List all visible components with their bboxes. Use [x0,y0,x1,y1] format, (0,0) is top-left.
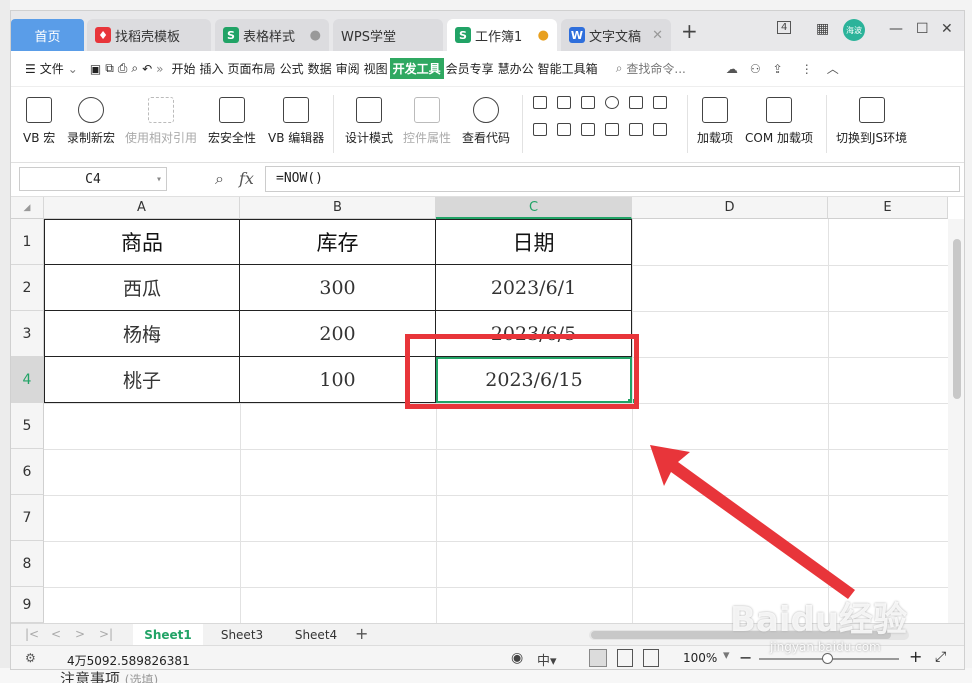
baidu-watermark: Baidu经验 [730,600,908,640]
annotation-arrow [650,445,855,599]
baidu-watermark-url: jingyan.baidu.com [770,640,881,654]
arrow-shape [650,445,855,599]
